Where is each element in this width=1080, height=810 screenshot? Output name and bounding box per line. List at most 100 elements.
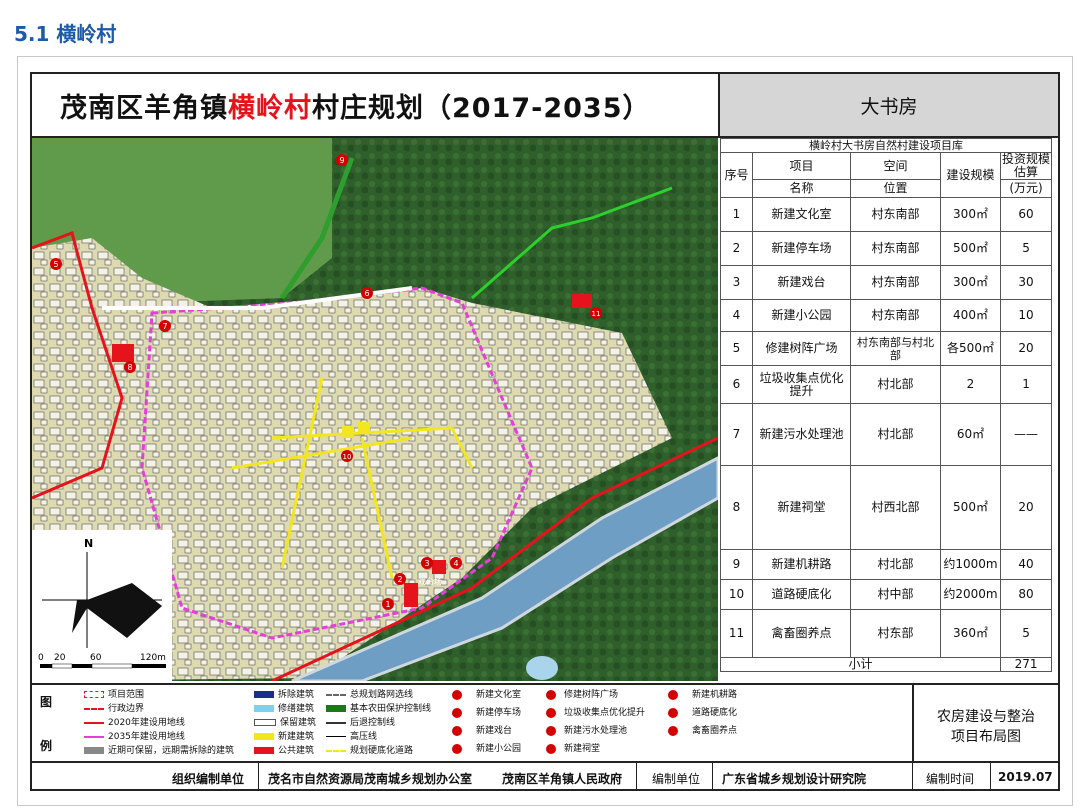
header-invest-bottom: (万元) [999, 179, 1053, 198]
legend-item: 新建小公园 [452, 743, 521, 755]
cell-location: 村北部 [850, 403, 941, 466]
legend-item: 2035年建设用地线 [84, 731, 185, 743]
cell-location: 村北部 [850, 365, 941, 404]
marker-label: 9 [339, 156, 344, 165]
legend-item: 新建戏台 [452, 725, 512, 737]
cell-no: 7 [720, 403, 753, 466]
cell-no: 4 [720, 299, 753, 332]
power-line-swatch [326, 736, 346, 737]
cell-no: 5 [720, 331, 753, 366]
cell-no: 6 [720, 365, 753, 404]
legend-heading-bottom: 例 [40, 739, 53, 753]
marker-icon [452, 689, 462, 700]
legend-item: 垃圾收集点优化提升 [546, 707, 645, 719]
date-label: 编制时间 [926, 772, 975, 786]
cell-scale: 360㎡ [940, 609, 1001, 658]
cell-invest: 40 [999, 549, 1053, 580]
section-heading: 5.1 横岭村 [14, 22, 117, 46]
table-row: 1 新建文化室 村东南部 300㎡ 60 [720, 197, 1053, 232]
table-row: 11 禽畜圈养点 村东部 360㎡ 5 [720, 609, 1053, 658]
cell-name: 垃圾收集点优化提升 [752, 365, 851, 404]
cell-no: 10 [720, 579, 753, 610]
header-item-top: 项目 [752, 152, 851, 180]
cell-scale: 400㎡ [940, 299, 1001, 332]
legend-item: 保留建筑 [254, 717, 316, 729]
temp-building-swatch [84, 747, 104, 754]
editor-label: 编制单位 [652, 772, 701, 786]
table-row: 5 修建树阵广场 村东南部与村北部 各500㎡ 20 [720, 331, 1053, 366]
legend-item: 新建祠堂 [546, 743, 600, 755]
road-plan-swatch [326, 693, 346, 696]
table-row: 4 新建小公园 村东南部 400㎡ 10 [720, 299, 1053, 332]
cell-invest: 10 [999, 299, 1053, 332]
legend-label: 新建戏台 [476, 726, 513, 736]
layout-title-line2: 项目布局图 [951, 729, 1021, 745]
title-prefix: 茂南区羊角镇 [60, 93, 228, 124]
project-table: 横岭村大书房自然村建设项目库 序号 项目 空间 建设规模 投资规模估算 名称 位… [719, 138, 1053, 672]
legend-label: 拆除建筑 [278, 690, 315, 700]
legend-item: 修建树阵广场 [546, 689, 618, 701]
legend-label: 总规划路网选线 [350, 690, 414, 700]
legend-item: 禽畜圈养点 [668, 725, 737, 737]
marker-icon [546, 743, 556, 754]
legend-item: 新建机耕路 [668, 689, 737, 701]
cell-no: 2 [720, 231, 753, 266]
legend-label: 垃圾收集点优化提升 [564, 708, 646, 718]
footer-divider [912, 763, 913, 791]
land-2035-swatch [84, 735, 104, 738]
cell-invest: 60 [999, 197, 1053, 232]
admin-boundary-swatch [84, 707, 104, 710]
legend-item: 规划硬底化道路 [326, 745, 413, 757]
editor: 广东省城乡规划设计研究院 [722, 772, 867, 786]
legend-label: 2020年建设用地线 [108, 718, 185, 728]
header-no: 序号 [720, 152, 753, 198]
header-item-bottom: 名称 [752, 179, 851, 198]
header-scale: 建设规模 [940, 152, 1001, 198]
legend-label: 公共建筑 [278, 746, 315, 756]
pond [526, 656, 558, 680]
legend-item: 新建建筑 [254, 731, 314, 743]
marker-label: 7 [162, 322, 167, 331]
land-2020-swatch [84, 721, 104, 724]
public-build-swatch [254, 747, 274, 754]
header-space-top: 空间 [850, 152, 941, 180]
cell-location: 村东南部 [850, 299, 941, 332]
org-label: 组织编制单位 [172, 772, 245, 786]
plan-title: 茂南区羊角镇横岭村村庄规划（2017-2035） [60, 86, 651, 125]
marker-label: 5 [53, 260, 58, 269]
legend-label: 行政边界 [108, 704, 145, 714]
cell-no: 11 [720, 609, 753, 658]
table-row: 10 道路硬底化 村中部 约2000m 80 [720, 579, 1053, 610]
satellite-map[interactable]: 1 2 3 4 5 6 7 8 9 10 11 戏台场 N 0 20 60 12… [32, 138, 718, 681]
table-row: 6 垃圾收集点优化提升 村北部 2 1 [720, 365, 1053, 404]
scale-label: 60 [90, 653, 102, 663]
cell-no: 9 [720, 549, 753, 580]
layout-title-box: 农房建设与整治 项目布局图 [914, 683, 1058, 761]
cell-location: 村东南部 [850, 197, 941, 232]
new-building [358, 422, 370, 434]
cell-scale: 各500㎡ [940, 331, 1001, 366]
header-invest-top: 投资规模估算 [999, 152, 1053, 180]
cell-invest: 5 [999, 609, 1053, 658]
legend-label: 高压线 [350, 732, 378, 742]
legend-item: 公共建筑 [254, 745, 314, 757]
subtotal-value: 271 [999, 657, 1053, 672]
org1: 茂名市自然资源局茂南城乡规划办公室 [268, 772, 473, 786]
marker-label: 2 [397, 575, 402, 584]
footer-divider [636, 763, 637, 791]
legend-label: 禽畜圈养点 [692, 726, 738, 736]
legend-item: 2020年建设用地线 [84, 717, 185, 729]
org2: 茂南区羊角镇人民政府 [502, 772, 623, 786]
legend-label: 新建建筑 [278, 732, 315, 742]
cell-invest: 20 [999, 331, 1053, 366]
table-row: 3 新建戏台 村东南部 300㎡ 30 [720, 265, 1053, 300]
legend-item: 总规划路网选线 [326, 689, 413, 701]
legend-label: 2035年建设用地线 [108, 732, 185, 742]
title-village: 横岭村 [228, 93, 312, 124]
cell-no: 8 [720, 465, 753, 550]
cell-invest: 80 [999, 579, 1053, 610]
legend-item: 项目范围 [84, 689, 144, 701]
legend-item: 拆除建筑 [254, 689, 314, 701]
subtotal-row: 小计 271 [720, 657, 1053, 672]
legend-label: 新建停车场 [476, 708, 522, 718]
